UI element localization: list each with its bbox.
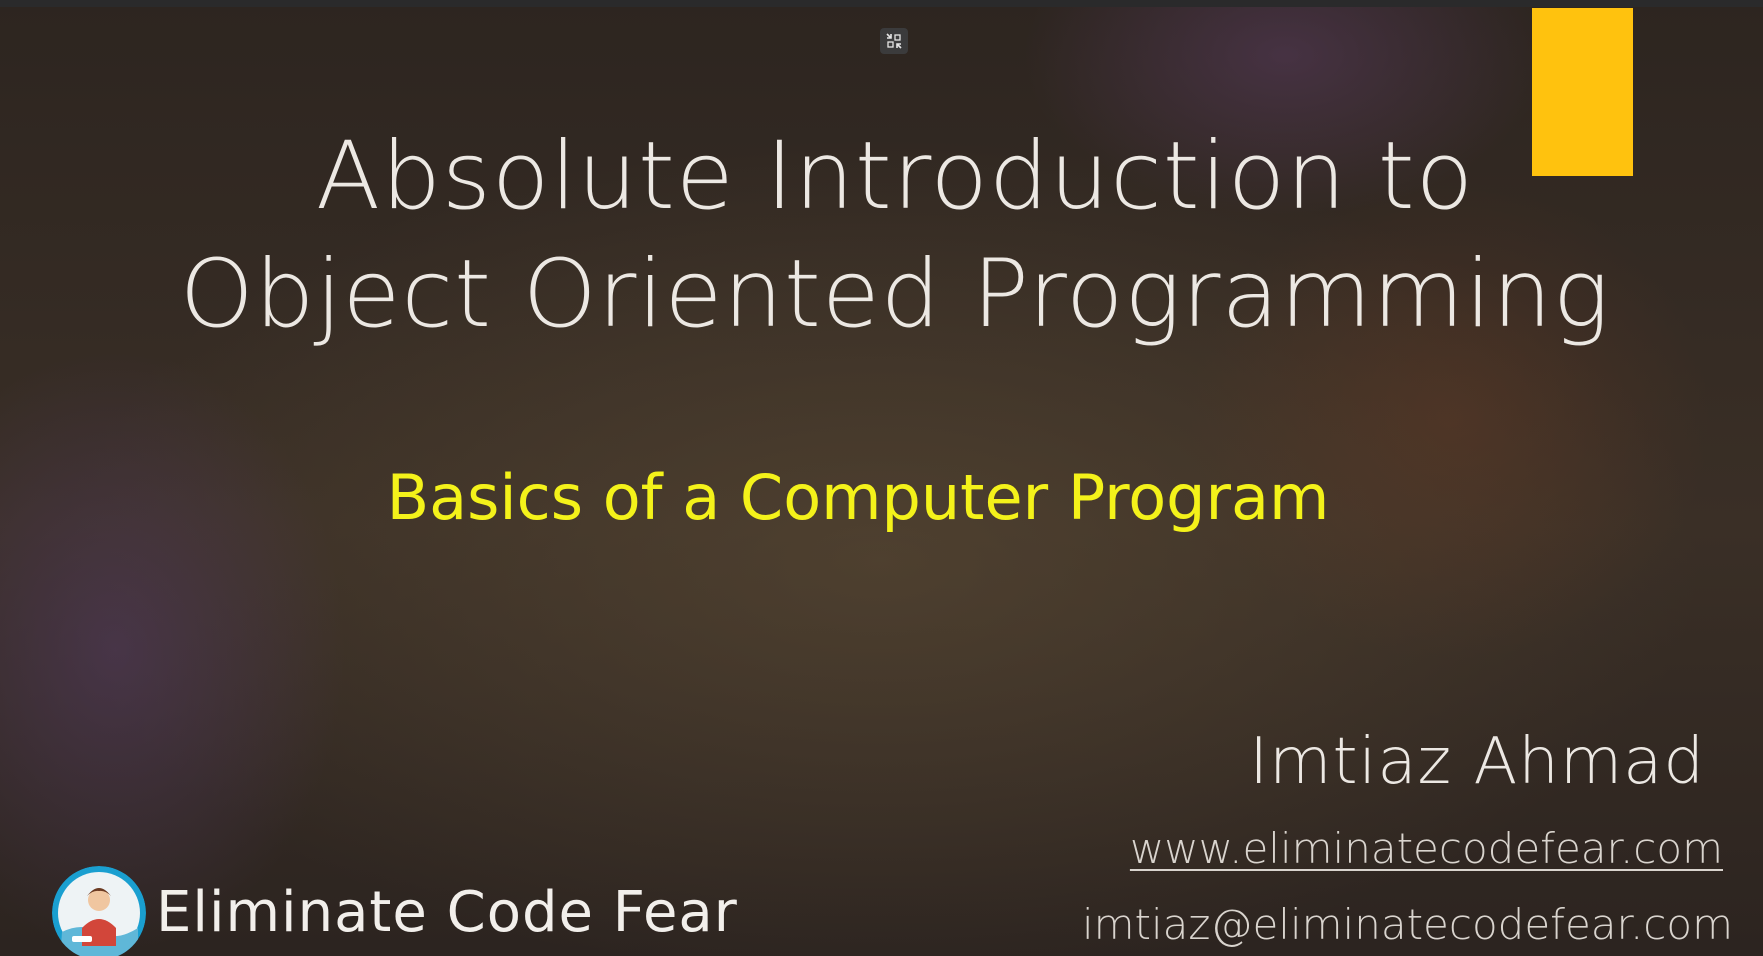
author-name: Imtiaz Ahmad [1249,725,1705,799]
brand-name: Eliminate Code Fear [156,880,738,945]
website-link[interactable]: www.eliminatecodefear.com [1130,822,1723,876]
viewer-top-bar [0,0,1763,7]
email-address: imtiaz@eliminatecodefear.com [1081,900,1733,949]
slide-canvas: Absolute Introduction to Object Oriented… [0,0,1763,956]
exit-fullscreen-button[interactable] [880,28,908,54]
slide-title: Absolute Introduction to Object Oriented… [0,118,1763,354]
brand-logo-icon [52,866,146,956]
brand: Eliminate Code Fear [52,866,738,956]
title-line-2: Object Oriented Programming [179,240,1611,349]
exit-fullscreen-icon [886,33,902,49]
slide-subtitle: Basics of a Computer Program [386,461,1330,534]
title-line-1: Absolute Introduction to [315,122,1475,231]
